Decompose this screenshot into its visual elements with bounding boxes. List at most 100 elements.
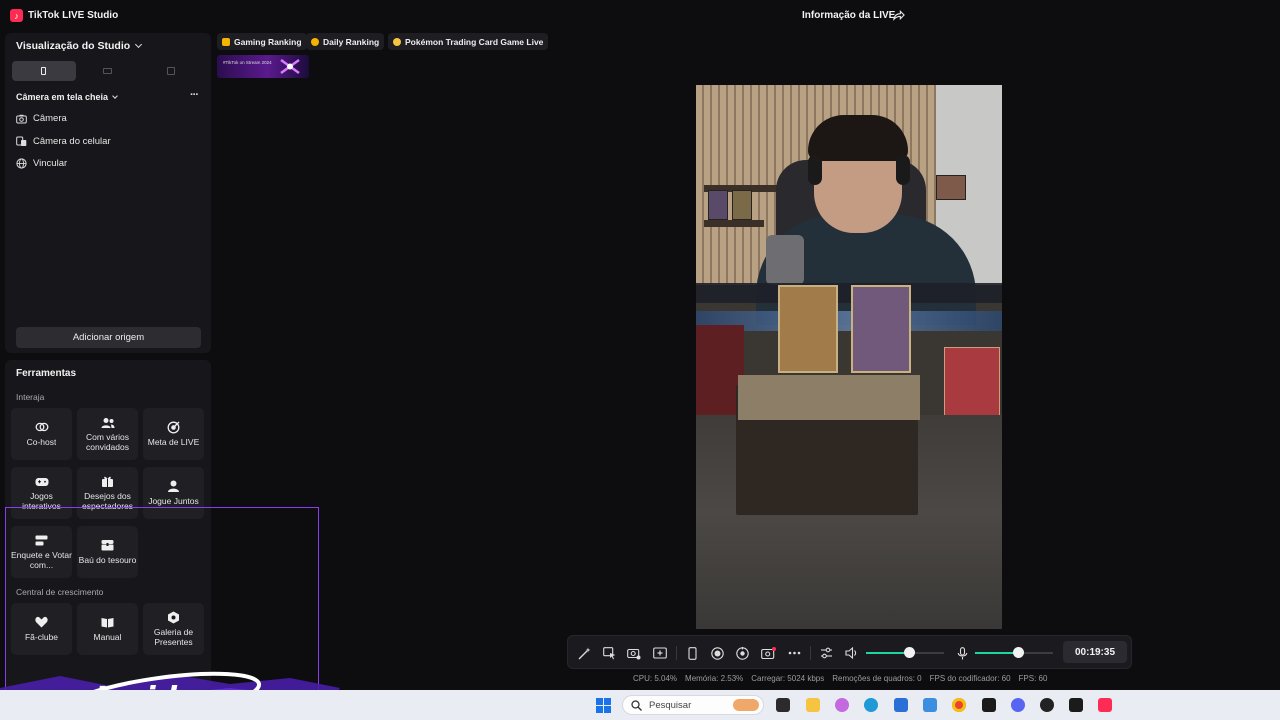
taskbar-search[interactable]: Pesquisar xyxy=(622,695,764,715)
windows-start-icon[interactable] xyxy=(596,698,611,713)
landscape-icon xyxy=(103,68,112,74)
preview-card-left xyxy=(778,285,838,373)
headset-right xyxy=(896,155,910,185)
mixer-icon[interactable] xyxy=(818,645,834,661)
dual-mode-tab[interactable] xyxy=(139,61,203,81)
microphone-icon[interactable] xyxy=(954,645,970,661)
layout-icon[interactable] xyxy=(601,645,617,661)
badge-icon xyxy=(311,37,319,46)
record-icon[interactable] xyxy=(709,645,725,661)
dual-screen-icon xyxy=(167,67,176,75)
preview-phone xyxy=(766,235,804,285)
capcut-icon[interactable] xyxy=(982,698,996,712)
live-timer: 00:19:35 xyxy=(1063,641,1127,663)
search-highlight-icon xyxy=(733,699,759,711)
preview-overlay-strip xyxy=(696,283,1002,303)
gamepad-icon xyxy=(35,475,49,488)
globe-icon xyxy=(16,158,27,169)
preview-collectible xyxy=(708,190,728,220)
live-control-bar: 00:19:35 xyxy=(567,635,1132,669)
screenshot-icon[interactable] xyxy=(626,645,642,661)
studio-view-dropdown[interactable]: Visualização do Studio xyxy=(16,40,143,52)
target-icon xyxy=(167,421,181,434)
divider xyxy=(810,646,811,660)
capcut-icon[interactable] xyxy=(1069,698,1083,712)
speaker-volume-fill xyxy=(866,652,909,654)
gift-icon xyxy=(101,475,115,488)
scene-more-button[interactable]: ··· xyxy=(190,89,199,101)
add-source-button[interactable]: Adicionar origem xyxy=(16,327,201,348)
edge-icon[interactable] xyxy=(864,698,878,712)
studio-panel: Visualização do Studio Câmera em tela ch… xyxy=(5,33,211,353)
portrait-mode-tab[interactable] xyxy=(12,61,76,81)
cpu-stat: CPU: 5.04% xyxy=(633,674,678,683)
speaker-icon[interactable] xyxy=(844,645,860,661)
preview-card-right xyxy=(851,285,911,373)
crown-icon xyxy=(222,37,230,46)
game-icon xyxy=(393,37,401,46)
search-icon xyxy=(631,699,642,711)
effects-icon[interactable] xyxy=(734,645,750,661)
tool-live-goal[interactable]: Meta de LIVE xyxy=(143,408,204,460)
dropped-frames-stat: Remoções de quadros: 0 xyxy=(832,674,922,683)
preview-shelf xyxy=(704,220,764,227)
camera-preview[interactable] xyxy=(696,85,1002,629)
source-link[interactable]: Vincular xyxy=(16,158,67,169)
fps-stat: FPS: 60 xyxy=(1018,674,1048,683)
discord-icon[interactable] xyxy=(1011,698,1025,712)
pokemon-tcg-chip[interactable]: Pokémon Trading Card Game Live xyxy=(388,33,549,50)
title-bar: ♪ TikTok LIVE Studio Informação da LIVE xyxy=(0,0,1280,32)
landscape-mode-tab[interactable] xyxy=(76,61,140,81)
link-icon xyxy=(35,421,49,434)
scene-dropdown[interactable]: Câmera em tela cheia xyxy=(16,92,118,102)
banner-text: #TikTok on Stream 2024 xyxy=(223,60,272,65)
orientation-switcher xyxy=(12,61,203,81)
preview-collectible xyxy=(936,175,966,200)
interact-group-label: Interaja xyxy=(16,392,45,402)
daily-ranking-chip[interactable]: Daily Ranking xyxy=(306,33,385,50)
tool-multi-guest[interactable]: Com vários convidados xyxy=(77,408,138,460)
users-icon xyxy=(101,416,115,429)
camera-icon xyxy=(16,113,27,124)
copilot-icon[interactable] xyxy=(835,698,849,712)
live-info-button[interactable]: Informação da LIVE xyxy=(802,10,895,21)
selection-highlight xyxy=(5,507,319,693)
preview-hair xyxy=(808,115,908,161)
encoder-fps-stat: FPS do codificador: 60 xyxy=(929,674,1011,683)
app-window: ♪ TikTok LIVE Studio Informação da LIVE … xyxy=(0,0,1280,693)
store-icon[interactable] xyxy=(894,698,908,712)
share-icon[interactable] xyxy=(892,9,905,22)
status-bar: CPU: 5.04% Memória: 2.53% Carregar: 5024… xyxy=(633,674,1047,683)
chevron-down-icon xyxy=(135,40,143,49)
add-scene-icon[interactable] xyxy=(652,645,668,661)
file-explorer-icon[interactable] xyxy=(806,698,820,712)
source-phone-camera[interactable]: Câmera do celular xyxy=(16,136,111,147)
event-banner-thumbnail[interactable]: #TikTok on Stream 2024 xyxy=(217,55,309,78)
preview-collectible xyxy=(732,190,752,220)
upload-stat: Carregar: 5024 kbps xyxy=(751,674,825,683)
chrome-icon[interactable] xyxy=(952,698,966,712)
source-camera[interactable]: Câmera xyxy=(16,113,67,124)
tiktok-logo-icon: ♪ xyxy=(10,9,23,22)
portrait-icon xyxy=(41,67,47,75)
more-icon[interactable] xyxy=(786,645,802,661)
phone-icon[interactable] xyxy=(684,645,700,661)
tool-co-host[interactable]: Co-host xyxy=(11,408,72,460)
obs-icon[interactable] xyxy=(1040,698,1054,712)
tools-title: Ferramentas xyxy=(16,368,77,379)
memory-stat: Memória: 2.53% xyxy=(685,674,744,683)
mail-icon[interactable] xyxy=(923,698,937,712)
app-title: TikTok LIVE Studio xyxy=(28,10,119,21)
task-view-icon[interactable] xyxy=(776,698,790,712)
multicam-icon[interactable] xyxy=(760,645,776,661)
tiktok-studio-taskbar-icon[interactable] xyxy=(1098,698,1112,712)
player-icon xyxy=(167,480,181,493)
speaker-volume-knob[interactable] xyxy=(904,647,915,658)
magic-wand-icon[interactable] xyxy=(576,645,592,661)
gaming-ranking-chip[interactable]: Gaming Ranking xyxy=(217,33,307,50)
mic-volume-fill xyxy=(975,652,1018,654)
mic-volume-knob[interactable] xyxy=(1013,647,1024,658)
divider xyxy=(676,646,677,660)
headset-left xyxy=(808,155,822,185)
sparkle-icon xyxy=(280,58,300,75)
